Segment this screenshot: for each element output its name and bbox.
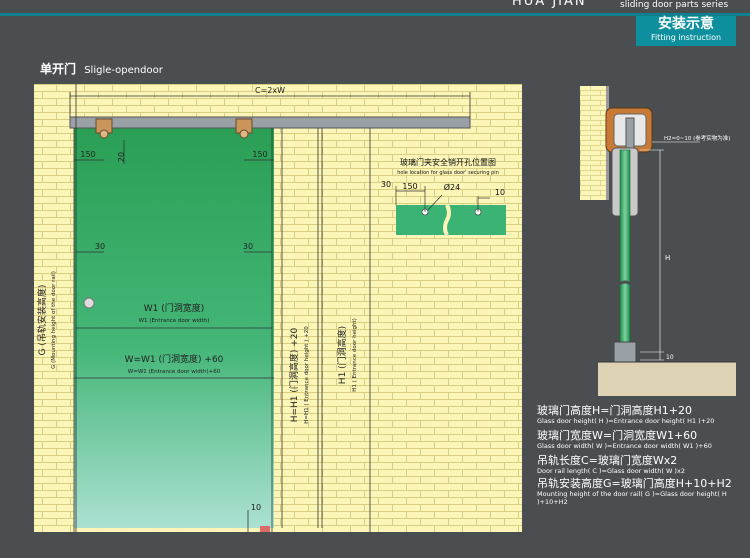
side-h-label: H (665, 254, 670, 262)
formula-3: 吊轨长度C=玻璃门宽度Wx2 Door rail length( C )=Gla… (537, 454, 685, 475)
dim-g-cn: G (吊轨安装高度) (36, 285, 48, 356)
dim-30-left: 30 (95, 242, 105, 251)
dim-150-right: 150 (252, 150, 267, 159)
pin-dim-10: 10 (495, 188, 505, 197)
formula-3-en: Door rail length( C )=Glass door width( … (537, 467, 685, 475)
dim-30-right: 30 (243, 242, 253, 251)
formula-2-cn: 玻璃门宽度W=门洞宽度W1+60 (537, 429, 698, 442)
dim-w1-cn: W1 (门洞宽度) (144, 302, 205, 314)
pin-detail-title-en: hole location for glass door' securing p… (397, 170, 499, 176)
dim-10-bottom: 10 (251, 503, 261, 512)
formula-1-cn: 玻璃门高度H=门洞高度H1+20 (537, 404, 692, 417)
dim-h-cn: H=H1 (门洞高度) +20 (288, 327, 300, 422)
dim-h-en: H=H1 ( Entrance door height ) +20 (304, 326, 310, 424)
floor-stopper (260, 526, 270, 532)
pin-detail-title-cn: 玻璃门夹安全销开孔位置图 (400, 157, 496, 167)
side-floor-guide (613, 341, 637, 363)
door-rail (69, 116, 471, 129)
side-floor (598, 362, 736, 396)
dim-20: 20 (117, 152, 126, 162)
pin-dim-hole: Ø24 (444, 182, 460, 192)
formula-3-cn: 吊轨长度C=玻璃门宽度Wx2 (537, 454, 678, 467)
dim-w1-en: W1 (Entrance door width) (139, 318, 210, 324)
pin-detail-glass (396, 205, 506, 235)
dim-h1-cn: H1 (门洞高度) (336, 326, 348, 384)
formula-2: 玻璃门宽度W=门洞宽度W1+60 Glass door width( W )=E… (537, 429, 712, 450)
formula-4: 吊轨安装高度G=玻璃门高度H+10+H2 Mounting height of … (537, 477, 750, 506)
side-glass (619, 149, 631, 361)
side-gap-10: 10 (666, 354, 674, 361)
formula-2-en: Glass door width( W )=Entrance door widt… (537, 442, 712, 450)
dim-150-left: 150 (80, 150, 95, 159)
side-rail-bracket (605, 107, 653, 153)
formula-4-cn: 吊轨安装高度G=玻璃门高度H+10+H2 (537, 477, 732, 490)
side-h2-note: H2=0~10 (参考实物为准) (664, 134, 730, 142)
dim-w-en: W=W1 (Entrance door width)+60 (128, 369, 221, 375)
dim-rail-length: C=2xW (255, 86, 285, 95)
pin-dim-30: 30 (381, 180, 391, 189)
side-wall (580, 86, 608, 200)
formula-4-en: Mounting height of the door rail( G )=Gl… (537, 490, 727, 506)
door-knob (83, 297, 95, 309)
dim-g-en: G (Mounting height of the door rail) (51, 271, 57, 369)
formula-1-en: Glass door height( H )=Entrance door hei… (537, 417, 715, 425)
dim-w-cn: W=W1 (门洞宽度) +60 (125, 353, 224, 365)
dim-h1-en: H1 ( Entrance door height) (352, 318, 358, 392)
formula-1: 玻璃门高度H=门洞高度H1+20 Glass door height( H )=… (537, 404, 714, 425)
pin-dim-150: 150 (402, 182, 417, 191)
